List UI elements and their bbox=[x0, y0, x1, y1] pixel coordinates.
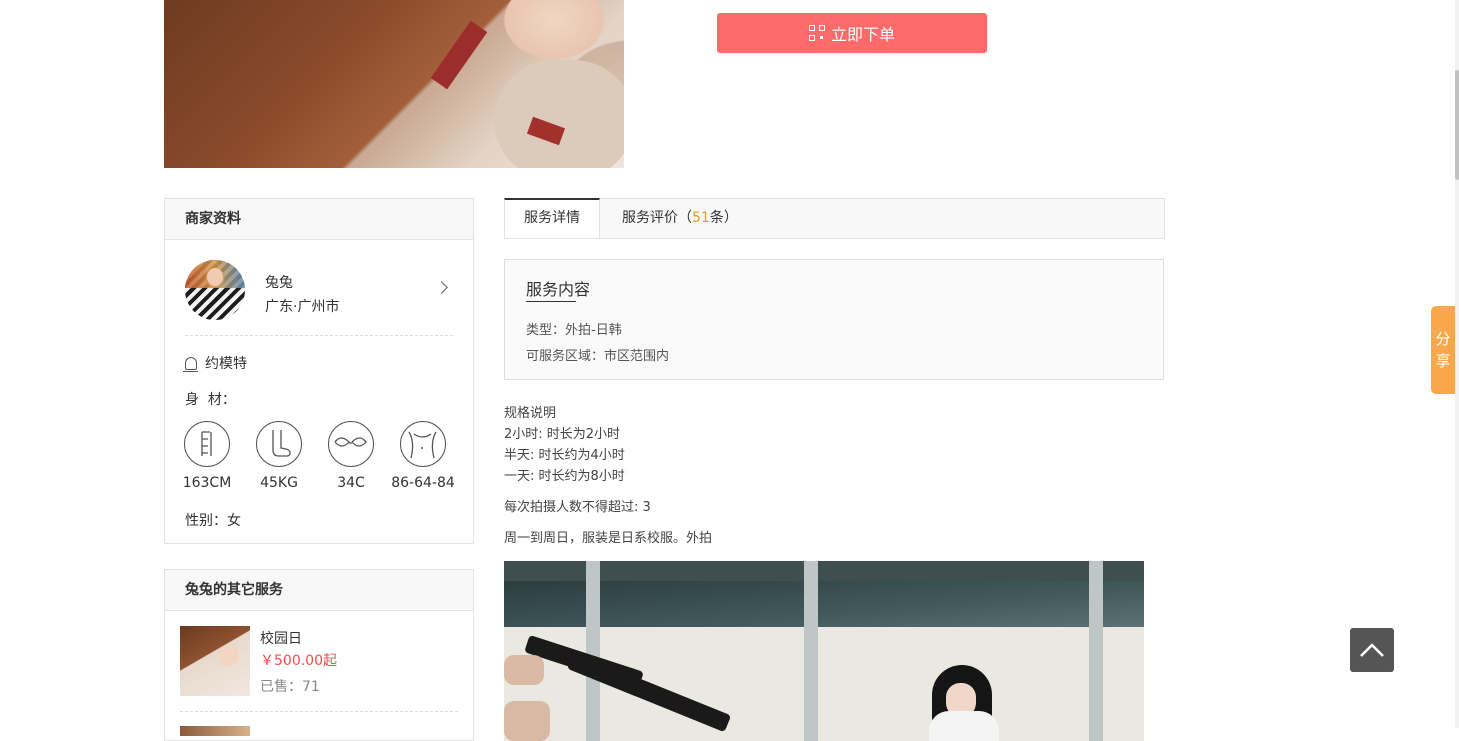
divider bbox=[185, 335, 453, 336]
divider bbox=[180, 711, 458, 712]
waist-value: 86-64-84 bbox=[391, 475, 455, 491]
merchant-panel-title: 商家资料 bbox=[165, 199, 473, 240]
title-underline bbox=[526, 301, 576, 302]
chevron-up-icon bbox=[1360, 643, 1384, 657]
share-label-top: 分 bbox=[1435, 330, 1451, 348]
order-now-button[interactable]: 立即下单 bbox=[717, 13, 987, 53]
service-note: 周一到周日，服装是日系校服。外拍 bbox=[504, 531, 713, 546]
height-value: 163CM bbox=[182, 475, 232, 491]
bra-value: 34C bbox=[337, 475, 365, 491]
service-price: ￥500.00起 bbox=[260, 653, 337, 669]
service-type: 类型：外拍-日韩 bbox=[526, 323, 622, 338]
service-detail-photo bbox=[504, 561, 1144, 741]
body-label: 身 材： bbox=[185, 392, 236, 408]
measurement-waist: 86-64-84 bbox=[387, 421, 459, 491]
user-icon bbox=[183, 356, 198, 372]
share-button[interactable]: 分 享 bbox=[1431, 306, 1455, 394]
weight-value: 45KG bbox=[260, 475, 298, 491]
share-label-bottom: 享 bbox=[1435, 352, 1451, 370]
height-icon bbox=[184, 421, 230, 467]
merchant-name[interactable]: 兔兔 bbox=[265, 272, 293, 292]
service-sold-count: 已售：71 bbox=[260, 679, 320, 695]
bra-icon bbox=[328, 421, 374, 467]
detail-tabs: 服务详情 服务评价（51条） bbox=[504, 198, 1165, 239]
max-people: 每次拍摄人数不得超过: 3 bbox=[504, 500, 651, 515]
merchant-location: 广东·广州市 bbox=[265, 299, 340, 315]
service-thumbnail[interactable] bbox=[180, 626, 250, 696]
avatar[interactable] bbox=[185, 260, 245, 320]
service-title[interactable]: 校园日 bbox=[260, 628, 302, 648]
service-cover-photo bbox=[164, 0, 624, 168]
scrollbar-thumb[interactable] bbox=[1455, 70, 1459, 180]
spec-line: 半天: 时长约为4小时 bbox=[504, 448, 625, 463]
spec-title: 规格说明 bbox=[504, 406, 557, 421]
tab-service-details[interactable]: 服务详情 bbox=[504, 198, 600, 238]
qr-code-icon bbox=[808, 25, 825, 41]
service-area: 可服务区域：市区范围内 bbox=[526, 349, 670, 364]
chevron-right-icon[interactable] bbox=[435, 281, 448, 294]
service-content-box: 服务内容 类型：外拍-日韩 可服务区域：市区范围内 bbox=[504, 259, 1164, 380]
gender: 性别：女 bbox=[185, 513, 241, 529]
back-to-top-button[interactable] bbox=[1350, 628, 1394, 672]
tab-service-reviews[interactable]: 服务评价（51条） bbox=[622, 198, 738, 238]
weight-icon bbox=[256, 421, 302, 467]
spec-line: 一天: 时长约为8小时 bbox=[504, 469, 625, 484]
book-model-link[interactable]: 约模特 bbox=[183, 353, 247, 373]
book-model-label: 约模特 bbox=[205, 356, 247, 372]
reviews-suffix: 条） bbox=[709, 210, 738, 226]
reviews-prefix: 服务评价（ bbox=[622, 210, 692, 226]
order-now-label: 立即下单 bbox=[830, 25, 895, 44]
reviews-count: 51 bbox=[692, 210, 710, 226]
measurement-weight: 45KG bbox=[243, 421, 315, 491]
other-services-title: 兔兔的其它服务 bbox=[165, 570, 473, 611]
merchant-info-panel: 商家资料 兔兔 广东·广州市 约模特 身 材： 163CM 45KG 34C 8… bbox=[164, 198, 474, 544]
measurement-bra: 34C bbox=[315, 421, 387, 491]
other-services-panel: 兔兔的其它服务 校园日 ￥500.00起 已售：71 bbox=[164, 569, 474, 741]
waist-icon bbox=[400, 421, 446, 467]
spec-line: 2小时: 时长为2小时 bbox=[504, 427, 621, 442]
measurement-height: 163CM bbox=[171, 421, 243, 491]
service-content-title: 服务内容 bbox=[526, 280, 591, 299]
